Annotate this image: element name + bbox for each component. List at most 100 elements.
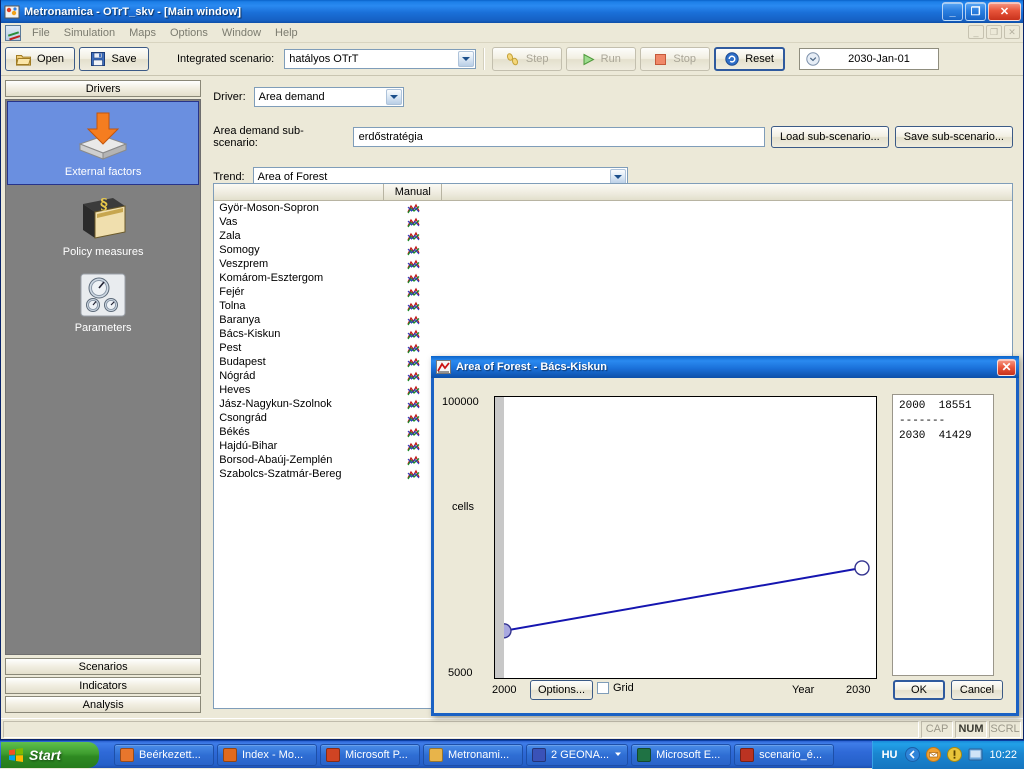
close-button[interactable]: ✕	[988, 2, 1021, 21]
table-row[interactable]: Pest	[214, 341, 1012, 355]
tray-chevron-icon[interactable]	[905, 747, 920, 762]
manual-chart-icon[interactable]	[384, 258, 442, 270]
subscenario-input[interactable]: erdőstratégia	[353, 127, 765, 147]
reset-button[interactable]: Reset	[714, 47, 785, 71]
save-subscenario-button[interactable]: Save sub-scenario...	[895, 126, 1013, 148]
menu-help[interactable]: Help	[268, 25, 305, 41]
table-row[interactable]: Tolna	[214, 299, 1012, 313]
manual-chart-icon[interactable]	[384, 314, 442, 326]
subscenario-row: Area demand sub-scenario: erdőstratégia …	[213, 125, 1013, 149]
table-row[interactable]: Komárom-Esztergom	[214, 271, 1012, 285]
grid-header-region[interactable]	[214, 184, 384, 200]
excel-icon	[637, 748, 651, 762]
region-name-cell: Györ-Moson-Sopron	[214, 202, 384, 214]
manual-chart-icon[interactable]	[384, 300, 442, 312]
chart-options-button[interactable]: Options...	[530, 680, 593, 700]
chart-value-list[interactable]: 2000 18551 ------- 2030 41429	[892, 394, 994, 676]
chart-plot-area[interactable]	[494, 396, 877, 679]
integrated-scenario-label: Integrated scenario:	[177, 53, 274, 65]
open-button-label: Open	[37, 53, 64, 65]
sidebar-item-parameters[interactable]: Parameters	[6, 264, 200, 340]
minimize-button[interactable]: _	[942, 2, 963, 21]
sidebar-button-analysis[interactable]: Analysis	[5, 696, 201, 713]
grid-header-spacer[interactable]	[442, 184, 1012, 200]
table-row[interactable]: Somogy	[214, 243, 1012, 257]
grid-header-manual[interactable]: Manual	[384, 184, 442, 200]
table-row[interactable]: Baranya	[214, 313, 1012, 327]
manual-chart-icon[interactable]	[384, 286, 442, 298]
mdi-restore-button[interactable]: ❐	[986, 25, 1002, 39]
manual-chart-icon[interactable]	[384, 244, 442, 256]
chart-dialog-close-button[interactable]: ✕	[997, 359, 1016, 376]
integrated-scenario-combo[interactable]: hatályos OTrT	[284, 49, 476, 69]
open-button[interactable]: Open	[5, 47, 75, 71]
chevron-down-icon[interactable]	[386, 89, 402, 105]
grid-checkbox[interactable]: Grid	[597, 682, 634, 694]
simulation-date-display[interactable]: 2030-Jan-01	[799, 48, 939, 70]
sidebar-item-label: Parameters	[75, 322, 132, 334]
menubar: File Simulation Maps Options Window Help…	[1, 23, 1023, 43]
chart-line-series[interactable]	[495, 397, 876, 678]
driver-combo[interactable]: Area demand	[254, 87, 404, 107]
driver-value: Area demand	[259, 91, 325, 103]
load-subscenario-button[interactable]: Load sub-scenario...	[771, 126, 889, 148]
taskbar-task-button[interactable]: 2 GEONA...	[526, 744, 628, 766]
menu-simulation[interactable]: Simulation	[57, 25, 122, 41]
mdi-minimize-button[interactable]: _	[968, 25, 984, 39]
play-run-icon	[582, 53, 595, 66]
chevron-down-icon[interactable]	[458, 51, 474, 67]
driver-label: Driver:	[213, 91, 245, 103]
table-row[interactable]: Györ-Moson-Sopron	[214, 201, 1012, 215]
stop-button[interactable]: Stop	[640, 47, 710, 71]
taskbar-task-button[interactable]: Beérkezett...	[114, 744, 214, 766]
manual-chart-icon[interactable]	[384, 328, 442, 340]
taskbar-task-button[interactable]: Index - Mo...	[217, 744, 317, 766]
tray-mail-icon[interactable]	[926, 747, 941, 762]
table-row[interactable]: Vas	[214, 215, 1012, 229]
step-button[interactable]: Step	[492, 47, 562, 71]
manual-chart-icon[interactable]	[384, 202, 442, 214]
menu-window[interactable]: Window	[215, 25, 268, 41]
maximize-button[interactable]: ❐	[965, 2, 986, 21]
manual-chart-icon[interactable]	[384, 272, 442, 284]
manual-chart-icon[interactable]	[384, 342, 442, 354]
table-row[interactable]: Bács-Kiskun	[214, 327, 1012, 341]
clock-icon	[806, 52, 820, 66]
mdi-close-button[interactable]: ✕	[1004, 25, 1020, 39]
x-axis-max-label: 2030	[846, 684, 870, 696]
taskbar-task-button[interactable]: Microsoft P...	[320, 744, 420, 766]
start-button[interactable]: Start	[1, 742, 99, 768]
plot-left-gutter	[495, 397, 504, 678]
table-row[interactable]: Veszprem	[214, 257, 1012, 271]
save-button[interactable]: Save	[79, 47, 149, 71]
cancel-button[interactable]: Cancel	[951, 680, 1003, 700]
taskbar-task-label: Microsoft P...	[345, 749, 408, 761]
taskbar-task-button[interactable]: scenario_é...	[734, 744, 834, 766]
region-name-cell: Szabolcs-Szatmár-Bereg	[214, 468, 384, 480]
taskbar-clock[interactable]: 10:22	[989, 749, 1017, 761]
sidebar-button-scenarios[interactable]: Scenarios	[5, 658, 201, 675]
sidebar-item-external-factors[interactable]: External factors	[7, 101, 199, 185]
tray-warning-icon[interactable]	[947, 747, 962, 762]
run-button[interactable]: Run	[566, 47, 636, 71]
chevron-down-icon[interactable]	[614, 749, 622, 761]
menu-maps[interactable]: Maps	[122, 25, 163, 41]
ok-button[interactable]: OK	[893, 680, 945, 700]
driver-row: Driver: Area demand	[213, 87, 1013, 107]
sidebar-item-policy-measures[interactable]: § Policy measures	[6, 186, 200, 264]
statusbar-num-indicator: NUM	[955, 721, 987, 738]
language-indicator[interactable]: HU	[882, 749, 898, 761]
manual-chart-icon[interactable]	[384, 230, 442, 242]
region-name-cell: Jász-Nagykun-Szolnok	[214, 398, 384, 410]
sidebar-header-drivers[interactable]: Drivers	[5, 80, 201, 97]
table-row[interactable]: Zala	[214, 229, 1012, 243]
taskbar-task-button[interactable]: Metronami...	[423, 744, 523, 766]
menu-options[interactable]: Options	[163, 25, 215, 41]
taskbar-task-button[interactable]: Microsoft E...	[631, 744, 731, 766]
sidebar-button-indicators[interactable]: Indicators	[5, 677, 201, 694]
menu-file[interactable]: File	[25, 25, 57, 41]
tray-network-icon[interactable]	[968, 747, 983, 762]
checkbox-box[interactable]	[597, 682, 609, 694]
manual-chart-icon[interactable]	[384, 216, 442, 228]
table-row[interactable]: Fejér	[214, 285, 1012, 299]
